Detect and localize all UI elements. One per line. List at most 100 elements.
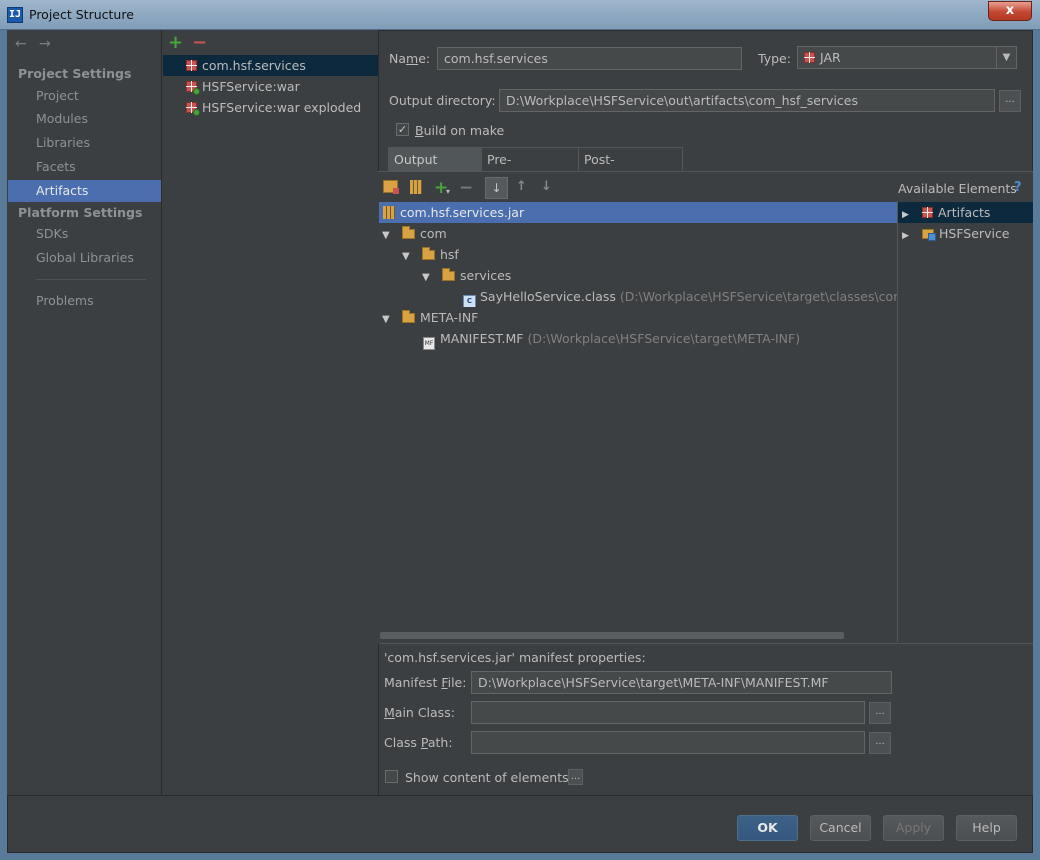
- tree-row-label: com.hsf.services.jar: [400, 205, 525, 220]
- sidebar-item-global-libraries[interactable]: Global Libraries: [8, 247, 161, 269]
- tree-row-label: com: [420, 226, 447, 241]
- type-label: Type:: [758, 51, 791, 66]
- tree-row-services[interactable]: ▼ services: [379, 265, 897, 286]
- sidebar-item-project[interactable]: Project: [8, 85, 161, 107]
- chevron-down-icon[interactable]: ▼: [996, 47, 1016, 68]
- manifest-file-icon: MF: [423, 337, 435, 350]
- sidebar-item-facets[interactable]: Facets: [8, 156, 161, 178]
- folder-icon: [402, 226, 415, 239]
- jar-file-icon: [383, 206, 395, 219]
- tree-row-label: SayHelloService.class: [480, 289, 616, 304]
- artifact-label: HSFService:war: [202, 79, 300, 94]
- tree-row-path: (D:\Workplace\HSFService\target\classes\…: [619, 289, 897, 304]
- tree-row-label: services: [460, 268, 512, 283]
- remove-element-icon[interactable]: −: [459, 178, 473, 198]
- cancel-button[interactable]: Cancel: [810, 815, 871, 841]
- java-class-icon: C: [463, 295, 476, 307]
- available-item-artifacts[interactable]: ▶ Artifacts: [898, 202, 1033, 223]
- available-item-hsfservice[interactable]: ▶ HSFService: [898, 223, 1033, 244]
- sidebar-item-libraries[interactable]: Libraries: [8, 132, 161, 154]
- tab-output-layout[interactable]: Output Layout: [388, 147, 482, 190]
- close-window-button[interactable]: x: [988, 1, 1032, 21]
- show-content-label: Show content of elements: [405, 770, 569, 785]
- tree-row-sayhelloservice-class[interactable]: C SayHelloService.class (D:\Workplace\HSF…: [379, 286, 897, 307]
- window-title: Project Structure: [29, 7, 134, 22]
- forward-arrow-icon[interactable]: →: [39, 36, 51, 52]
- name-label: Name:: [389, 51, 431, 66]
- sidebar-item-modules[interactable]: Modules: [8, 108, 161, 130]
- tree-row-root-jar[interactable]: com.hsf.services.jar: [379, 202, 897, 223]
- show-content-options-button[interactable]: ...: [568, 769, 583, 785]
- sidebar-item-artifacts[interactable]: Artifacts: [8, 180, 161, 202]
- tree-row-label: hsf: [440, 247, 459, 262]
- artifacts-list-panel: [162, 30, 379, 795]
- expand-toggle-icon[interactable]: ▼: [382, 309, 396, 330]
- class-path-input[interactable]: [471, 731, 865, 754]
- artifact-item-com-hsf-services[interactable]: com.hsf.services: [163, 55, 378, 76]
- output-directory-input[interactable]: D:\Workplace\HSFService\out\artifacts\co…: [499, 89, 995, 112]
- help-button[interactable]: Help: [956, 815, 1017, 841]
- new-directory-badge: [393, 188, 399, 194]
- tree-row-meta-inf[interactable]: ▼ META-INF: [379, 307, 897, 328]
- browse-main-class-button[interactable]: ...: [869, 702, 891, 724]
- horizontal-scrollbar-thumb[interactable]: [380, 632, 844, 639]
- war-exploded-artifact-icon: [186, 102, 200, 116]
- project-settings-header: Project Settings: [18, 66, 132, 81]
- expand-toggle-icon[interactable]: ▼: [422, 267, 436, 288]
- tab-post-processing[interactable]: Post-processing: [578, 147, 683, 190]
- tree-row-label: META-INF: [420, 310, 479, 325]
- close-icon: x: [1005, 3, 1015, 18]
- available-elements-panel: [897, 201, 1033, 642]
- intellij-logo-icon: IJ: [7, 7, 23, 23]
- create-archive-icon[interactable]: [410, 180, 422, 194]
- jar-artifact-icon: [186, 60, 197, 71]
- tree-row-com[interactable]: ▼ com: [379, 223, 897, 244]
- tree-row-manifest[interactable]: MF MANIFEST.MF (D:\Workplace\HSFService\t…: [379, 328, 897, 350]
- available-item-label: HSFService: [939, 226, 1010, 241]
- tab-pre-processing[interactable]: Pre-processing: [481, 147, 579, 190]
- type-select[interactable]: JAR ▼: [797, 46, 1017, 69]
- expand-toggle-icon[interactable]: ▼: [382, 225, 396, 246]
- main-class-input[interactable]: [471, 701, 865, 724]
- expand-toggle-icon[interactable]: ▼: [402, 246, 416, 267]
- apply-button[interactable]: Apply: [883, 815, 944, 841]
- folder-icon: [422, 247, 435, 260]
- tree-row-hsf[interactable]: ▼ hsf: [379, 244, 897, 265]
- move-up-icon[interactable]: ↑: [516, 179, 527, 194]
- sidebar-item-sdks[interactable]: SDKs: [8, 223, 161, 245]
- show-content-checkbox[interactable]: [385, 770, 398, 783]
- help-icon[interactable]: ?: [1014, 180, 1022, 195]
- manifest-properties-heading: 'com.hsf.services.jar' manifest properti…: [384, 650, 646, 665]
- add-artifact-icon[interactable]: +: [168, 34, 183, 52]
- remove-artifact-icon[interactable]: −: [192, 34, 207, 52]
- sidebar-separator: [36, 279, 146, 280]
- browse-class-path-button[interactable]: ...: [869, 732, 891, 754]
- artifact-label: com.hsf.services: [202, 58, 306, 73]
- build-on-make-checkbox[interactable]: ✓: [396, 123, 409, 136]
- manifest-file-label: Manifest File:: [384, 675, 467, 690]
- back-arrow-icon[interactable]: ←: [15, 36, 27, 52]
- platform-settings-header: Platform Settings: [18, 205, 143, 220]
- folder-icon: [402, 310, 415, 323]
- module-icon: [922, 229, 936, 241]
- title-bar: [0, 0, 1040, 30]
- artifact-item-hsfservice-war[interactable]: HSFService:war: [163, 76, 378, 97]
- available-elements-title: Available Elements: [898, 181, 1017, 196]
- add-dropdown-caret-icon: ▾: [446, 187, 451, 196]
- manifest-file-input[interactable]: D:\Workplace\HSFService\target\META-INF\…: [471, 671, 892, 694]
- artifacts-icon: [922, 207, 933, 218]
- sort-elements-icon[interactable]: ↓: [485, 177, 508, 199]
- type-value: JAR: [820, 50, 841, 65]
- build-on-make-label: Build on make: [415, 123, 505, 138]
- dialog-footer: [8, 795, 1032, 852]
- expand-toggle-icon[interactable]: ▶: [902, 226, 916, 247]
- tree-row-path: (D:\Workplace\HSFService\target\META-INF…: [527, 331, 801, 346]
- jar-type-icon: [804, 52, 815, 63]
- sidebar-item-problems[interactable]: Problems: [8, 290, 161, 312]
- artifact-item-hsfservice-war-exploded[interactable]: HSFService:war exploded: [163, 97, 378, 118]
- browse-output-directory-button[interactable]: ...: [999, 90, 1021, 112]
- output-directory-label: Output directory:: [389, 93, 496, 108]
- ok-button[interactable]: OK: [737, 815, 798, 841]
- move-down-icon[interactable]: ↓: [541, 179, 552, 194]
- name-input[interactable]: com.hsf.services: [437, 47, 742, 70]
